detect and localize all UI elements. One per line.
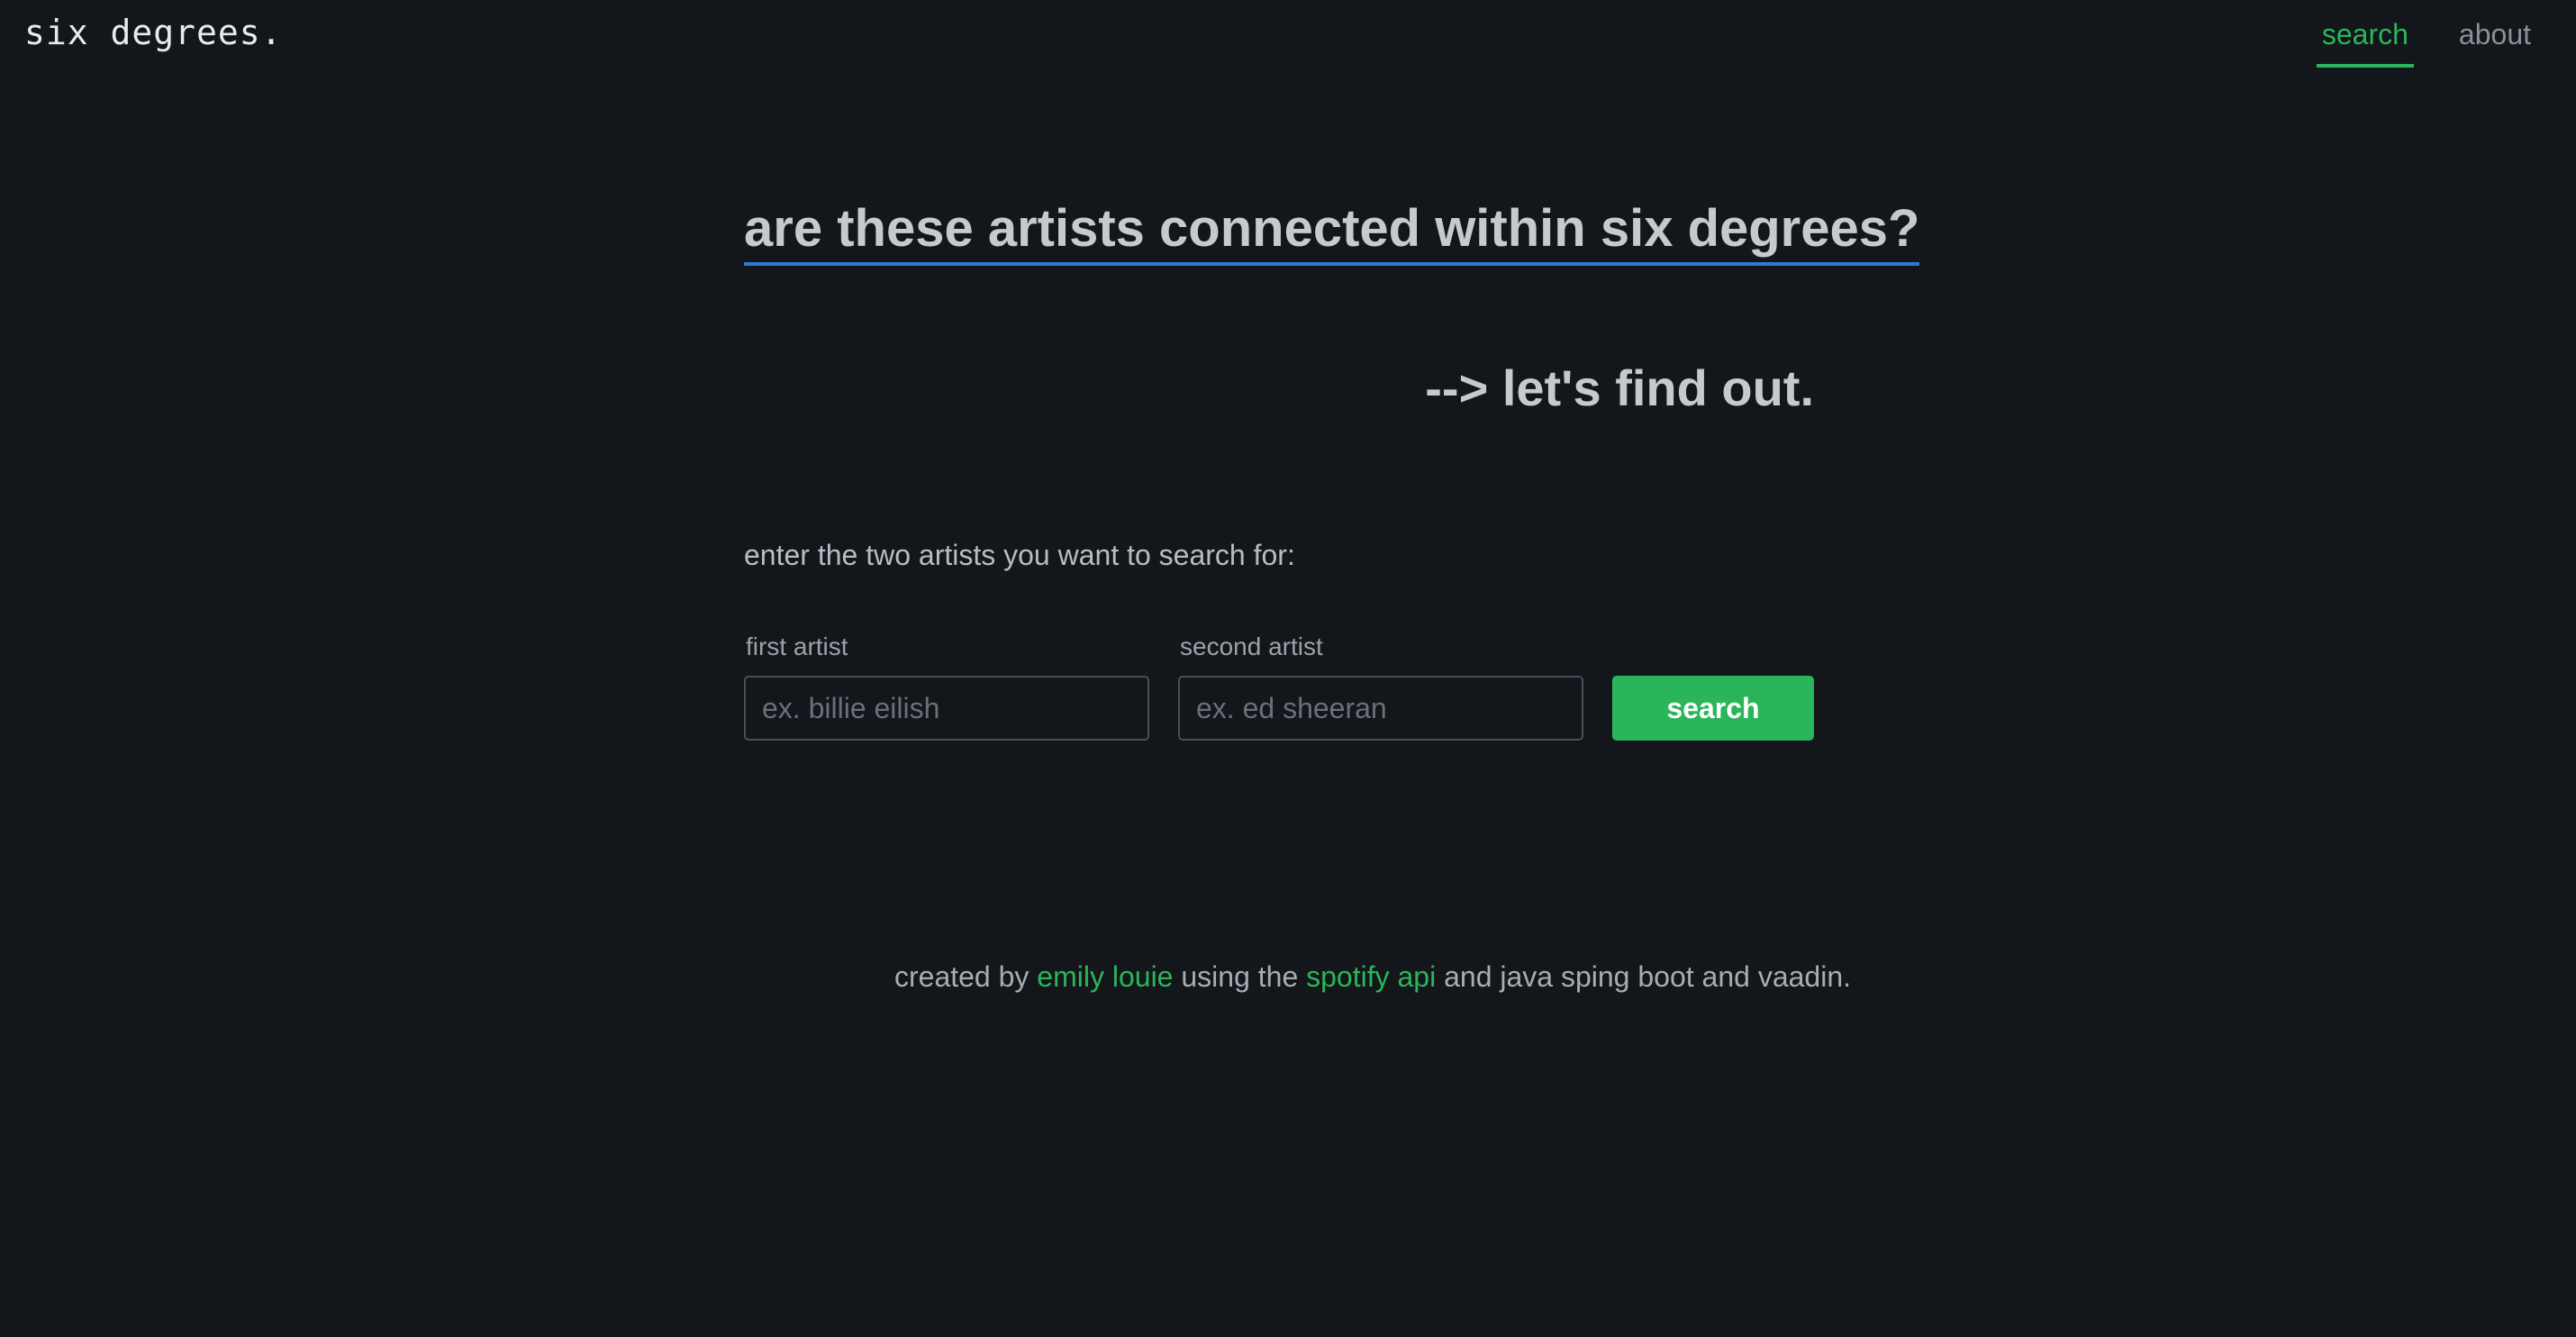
top-nav: search about: [2316, 18, 2536, 68]
second-artist-field-group: second artist: [1178, 632, 1583, 741]
footer-credits: created by emily louie using the spotify…: [0, 960, 2576, 994]
nav-search-link[interactable]: search: [2316, 18, 2414, 68]
spotify-api-link[interactable]: spotify api: [1306, 960, 1436, 993]
footer-text-created-by: created by: [893, 960, 1038, 993]
first-artist-label: first artist: [746, 632, 848, 660]
footer-text-using: using the: [1173, 960, 1307, 993]
page-title: are these artists connected within six d…: [744, 198, 1920, 266]
site-logo[interactable]: six degrees.: [24, 13, 283, 52]
first-artist-input[interactable]: [744, 676, 1149, 741]
search-button[interactable]: search: [1612, 676, 1814, 741]
nav-about-link[interactable]: about: [2454, 18, 2536, 68]
author-link[interactable]: emily louie: [1037, 960, 1173, 993]
page-subtitle: --> let's find out.: [1425, 359, 1814, 416]
second-artist-label: second artist: [1180, 632, 1323, 660]
second-artist-input[interactable]: [1178, 676, 1583, 741]
footer-text-tech: and java sping boot and vaadin.: [1436, 960, 1851, 993]
first-artist-field-group: first artist: [744, 632, 1149, 741]
search-prompt: enter the two artists you want to search…: [744, 539, 1295, 571]
